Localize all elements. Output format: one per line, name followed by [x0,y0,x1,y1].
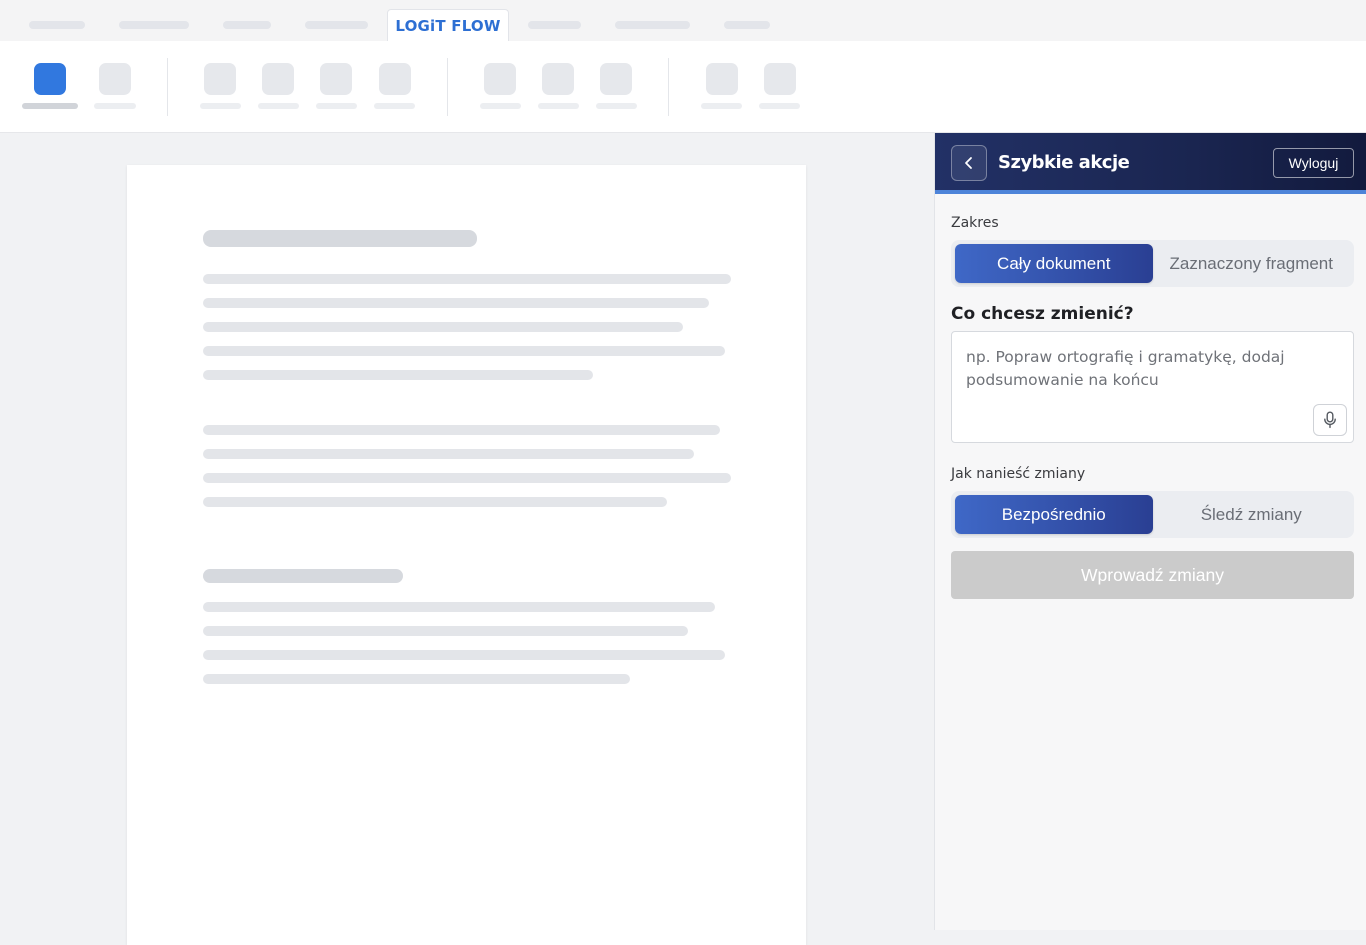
scope-option-selection[interactable]: Zaznaczony fragment [1153,244,1351,283]
ribbon-button[interactable] [542,63,574,95]
tab-placeholder[interactable] [724,21,770,29]
change-request-heading: Co chcesz zmienić? [951,304,1134,324]
ribbon-button[interactable] [484,63,516,95]
tab-placeholder[interactable] [615,21,690,29]
quick-actions-panel: Szybkie akcje Wyloguj Zakres Cały dokume… [934,133,1366,930]
document-heading-placeholder [203,230,477,247]
ribbon-button-label [596,103,637,109]
document-text-line [203,650,725,660]
ribbon-button-label [701,103,742,109]
ribbon-button-label [200,103,241,109]
document-text-line [203,449,694,459]
document-text-line [203,674,630,684]
back-button[interactable] [951,145,987,181]
scope-option-whole-document[interactable]: Cały dokument [955,244,1153,283]
document-page[interactable] [127,165,806,945]
document-text-line [203,298,709,308]
ribbon-button-label [538,103,579,109]
document-text-line [203,370,593,380]
document-text-line [203,626,688,636]
ribbon-button[interactable] [262,63,294,95]
tab-placeholder[interactable] [29,21,85,29]
tab-placeholder[interactable] [119,21,189,29]
document-text-line [203,425,720,435]
document-text-line [203,274,731,284]
document-heading-placeholder [203,569,403,583]
document-text-line [203,322,683,332]
chevron-left-icon [965,157,972,169]
panel-title: Szybkie akcje [998,152,1130,173]
document-area [0,133,934,945]
apply-changes-button[interactable]: Wprowadź zmiany [951,551,1354,599]
change-request-input[interactable] [952,332,1353,442]
apply-mode-label: Jak nanieść zmiany [951,466,1086,482]
ribbon-button[interactable] [204,63,236,95]
document-text-line [203,602,715,612]
tab-placeholder[interactable] [223,21,271,29]
ribbon-button-label [22,103,78,109]
ribbon-button-label [759,103,800,109]
ribbon-button-label [374,103,415,109]
scope-label: Zakres [951,215,999,231]
ribbon-button[interactable] [379,63,411,95]
ribbon-button[interactable] [99,63,131,95]
ribbon-toolbar [0,41,1366,133]
logout-button[interactable]: Wyloguj [1273,148,1354,178]
apply-mode-option-track-changes[interactable]: Śledź zmiany [1153,495,1351,534]
ribbon-button[interactable] [600,63,632,95]
scope-segmented-control: Cały dokument Zaznaczony fragment [951,240,1354,287]
ribbon-button[interactable] [320,63,352,95]
change-request-field [951,331,1354,443]
tab-logit-flow[interactable]: LOGiT FLOW [387,9,509,41]
document-text-line [203,346,725,356]
ribbon-button-label [94,103,136,109]
ribbon-separator [668,58,669,116]
panel-header: Szybkie akcje Wyloguj [935,133,1366,194]
ribbon-separator [447,58,448,116]
apply-mode-segmented-control: Bezpośrednio Śledź zmiany [951,491,1354,538]
ribbon-button-label [258,103,299,109]
tab-placeholder[interactable] [528,21,581,29]
ribbon-button-label [480,103,521,109]
ribbon-button[interactable] [764,63,796,95]
ribbon-button[interactable] [706,63,738,95]
ribbon-separator [167,58,168,116]
ribbon-button-label [316,103,357,109]
tab-placeholder[interactable] [305,21,368,29]
microphone-button[interactable] [1313,404,1347,436]
microphone-icon [1324,411,1336,429]
ribbon-button-active[interactable] [34,63,66,95]
document-text-line [203,497,667,507]
document-text-line [203,473,731,483]
apply-mode-option-direct[interactable]: Bezpośrednio [955,495,1153,534]
ribbon-tab-bar: LOGiT FLOW [0,0,1366,41]
